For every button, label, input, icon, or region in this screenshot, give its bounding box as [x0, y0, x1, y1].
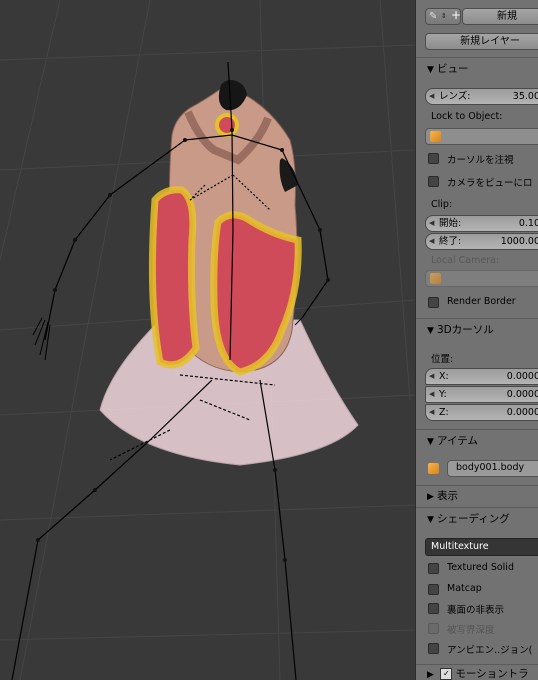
render-border-checkbox[interactable] — [428, 297, 439, 308]
local-camera-label: Local Camera: — [431, 255, 500, 266]
collapse-arrow-icon: ▼ — [427, 326, 434, 336]
view-section-header[interactable]: ▼ ビュー — [416, 59, 538, 79]
viewport-scene — [0, 0, 415, 680]
clip-start-field[interactable]: ◀ 開始: 0.10 — [425, 215, 538, 232]
motion-tracking-checkbox[interactable]: ✓ — [440, 668, 453, 680]
camera-lock-checkbox[interactable] — [428, 176, 439, 187]
shading-mode-select[interactable]: Multitexture — [425, 538, 538, 556]
backface-culling-checkbox[interactable] — [428, 603, 439, 614]
expand-arrow-icon: ▶ — [427, 670, 434, 680]
backface-culling-label: 裏面の非表示 — [447, 605, 505, 616]
collapse-arrow-icon: ▼ — [427, 515, 434, 525]
3d-viewport[interactable] — [0, 0, 415, 680]
pencil-layer-selector[interactable]: ✎ ⇕ + — [425, 8, 461, 25]
shading-section-header[interactable]: ▼ シェーディング — [416, 509, 538, 529]
left-arrow-icon: ◀ — [429, 92, 435, 100]
collapse-arrow-icon: ▼ — [427, 437, 434, 447]
clip-end-field[interactable]: ◀ 終了: 1000.00 — [425, 233, 538, 250]
cursor-lock-label: カーソルを注視 — [447, 155, 514, 166]
new-button[interactable]: 新規 — [462, 8, 538, 25]
expand-arrow-icon: ▶ — [427, 492, 434, 502]
plus-icon: + — [451, 8, 462, 22]
display-section-header[interactable]: ▶ 表示 — [416, 486, 538, 506]
new-layer-button[interactable]: 新規レイヤー — [425, 33, 538, 50]
selected-neck-ring — [215, 113, 239, 137]
pencil-icon: ✎ — [429, 11, 438, 22]
camera-object-icon — [430, 273, 441, 284]
properties-panel: ✎ ⇕ + 新規 新規レイヤー ▼ ビュー ◀ レンズ: 35.00 Lock t… — [415, 0, 538, 680]
left-arrow-icon: ◀ — [429, 372, 435, 380]
matcap-label: Matcap — [447, 583, 482, 594]
selected-panel-left — [148, 186, 200, 369]
collapse-arrow-icon: ▼ — [427, 65, 434, 75]
lock-to-object-label: Lock to Object: — [431, 111, 503, 122]
textured-solid-label: Textured Solid — [447, 562, 514, 573]
item-section-header[interactable]: ▼ アイテム — [416, 431, 538, 451]
cursor-y-field[interactable]: ◀ Y: 0.0000 — [425, 386, 538, 403]
local-camera-field — [425, 270, 538, 287]
depth-of-field-checkbox — [428, 623, 439, 634]
object-cube-icon — [430, 131, 441, 142]
cursor-section-header[interactable]: ▼ 3Dカーソル — [416, 320, 538, 340]
camera-lock-label: カメラをビューにロ — [447, 178, 533, 189]
left-arrow-icon: ◀ — [429, 390, 435, 398]
location-label: 位置: — [431, 354, 454, 365]
left-arrow-icon: ◀ — [429, 408, 435, 416]
cursor-z-field[interactable]: ◀ Z: 0.0000 — [425, 404, 538, 421]
clip-label: Clip: — [431, 199, 453, 210]
ambient-occlusion-checkbox[interactable] — [428, 643, 439, 654]
left-arrow-icon: ◀ — [429, 237, 435, 245]
left-arrow-icon: ◀ — [429, 219, 435, 227]
render-border-label: Render Border — [447, 296, 516, 307]
lens-field[interactable]: ◀ レンズ: 35.00 — [425, 88, 538, 105]
depth-of-field-label: 被写界深度 — [447, 625, 495, 636]
textured-solid-checkbox[interactable] — [428, 563, 439, 574]
motion-tracking-section-header[interactable]: ▶ ✓ モーショントラ — [416, 666, 538, 680]
cursor-x-field[interactable]: ◀ X: 0.0000 — [425, 368, 538, 385]
object-name-field[interactable]: body001.body — [447, 460, 538, 477]
lock-object-field[interactable] — [425, 128, 538, 145]
updown-arrow-icon: ⇕ — [441, 12, 447, 20]
mesh-object-icon — [428, 463, 439, 474]
cursor-lock-checkbox[interactable] — [428, 153, 439, 164]
ambient-occlusion-label: アンビエン..ジョン( — [447, 645, 533, 656]
matcap-checkbox[interactable] — [428, 584, 439, 595]
